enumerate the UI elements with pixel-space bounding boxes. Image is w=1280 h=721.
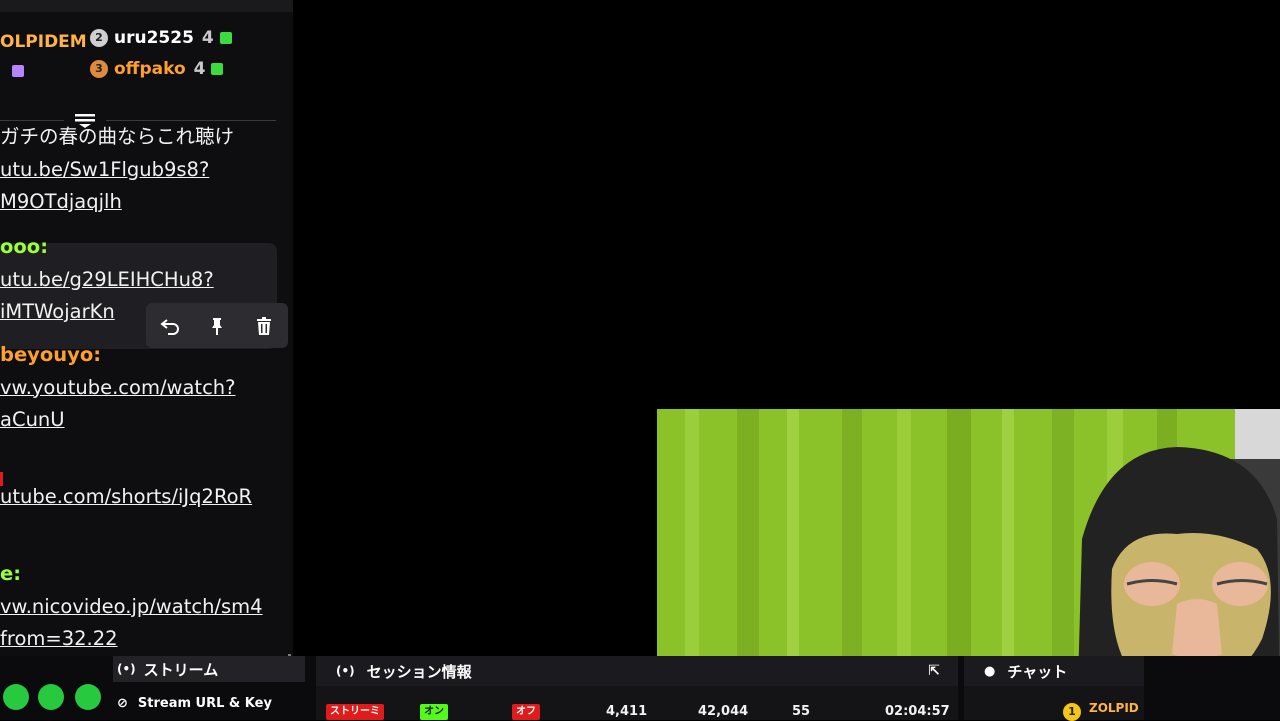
- gem-icon: [219, 32, 232, 44]
- leaderboard-count: 4: [193, 59, 206, 79]
- rank-badge-icon: 2: [90, 29, 108, 47]
- leaderboard-entry[interactable]: 2 uru2525 4: [90, 28, 232, 48]
- delete-icon[interactable]: [248, 310, 280, 342]
- session-info-header: (•) セッション情報 ⇱: [316, 656, 958, 686]
- message-link[interactable]: vw.youtube.com/watch?: [0, 372, 236, 405]
- chat-message: e: vw.nicovideo.jp/watch/sm4 from=32.22: [0, 558, 263, 656]
- broadcast-icon: (•): [117, 662, 136, 676]
- message-actions-toolbar: [146, 303, 288, 348]
- message-link[interactable]: aCunU: [0, 404, 236, 437]
- popout-icon[interactable]: ⇱: [928, 663, 940, 679]
- toggle-off-pill[interactable]: オフ: [512, 704, 540, 720]
- stream-url-label: Stream URL & Key: [137, 695, 272, 711]
- message-text: ガチの春の曲ならこれ聴け: [0, 125, 235, 148]
- message-link[interactable]: M9OTdjaqjlh: [0, 186, 234, 219]
- stat-count: 55: [792, 704, 811, 719]
- chat-message: ガチの春の曲ならこれ聴け utu.be/Sw1Flgub9s8? M9OTdja…: [0, 121, 234, 219]
- gem-icon: [211, 63, 224, 75]
- toggle-on-pill[interactable]: オン: [420, 704, 448, 720]
- leaderboard-user: offpako: [114, 59, 186, 79]
- message-link[interactable]: utu.be/g29LEIHCHu8?: [0, 264, 214, 297]
- gem-icon: [12, 65, 24, 77]
- rank-badge-icon: 3: [90, 60, 108, 78]
- chat-header: ● チャット: [964, 656, 1144, 686]
- message-link[interactable]: utube.com/shorts/iJq2RoR: [0, 481, 252, 514]
- emote-icon[interactable]: [75, 684, 101, 710]
- chat-top-user[interactable]: ZOLPID: [1089, 701, 1139, 715]
- message-link[interactable]: utu.be/Sw1Flgub9s8?: [0, 154, 234, 187]
- chat-message: utube.com/shorts/iJq2RoR: [0, 481, 252, 514]
- message-link[interactable]: vw.nicovideo.jp/watch/sm4: [0, 591, 263, 624]
- leaderboard-user: uru2525: [114, 28, 194, 48]
- chat-panel: OLPIDEM 2 uru2525 4 3 offpako 4 ガチの春の曲ならこれ聴け…: [0, 0, 293, 658]
- stream-status-pill: ストリーミ: [326, 704, 384, 720]
- leaderboard-entry[interactable]: 3 offpako 4: [90, 59, 224, 79]
- reply-icon[interactable]: [154, 310, 186, 342]
- link-icon: ⊘: [117, 695, 128, 711]
- leaderboard-count: 4: [201, 28, 214, 48]
- chat-bubble-icon: ●: [984, 663, 996, 679]
- chat-username[interactable]: e:: [0, 558, 263, 591]
- leaderboard-first-name: OLPIDEM: [0, 32, 87, 52]
- message-link[interactable]: from=32.22: [0, 623, 263, 656]
- chat-title: チャット: [1007, 662, 1068, 681]
- chat-message: beyouyo: vw.youtube.com/watch? aCunU: [0, 339, 236, 437]
- session-info-title: セッション情報: [366, 662, 472, 681]
- emote-icon[interactable]: [3, 684, 29, 710]
- stat-viewers: 4,411: [606, 704, 648, 719]
- tab-stream[interactable]: (•) ストリーム: [113, 656, 305, 682]
- stream-url-key-link[interactable]: ⊘ Stream URL & Key: [113, 692, 272, 714]
- pin-icon[interactable]: [201, 310, 233, 342]
- rank-badge-icon: 1: [1063, 703, 1081, 721]
- broadcast-icon: (•): [336, 664, 355, 678]
- stat-followers: 42,044: [698, 704, 749, 719]
- tab-stream-label: ストリーム: [143, 660, 219, 679]
- stat-uptime: 02:04:57: [885, 704, 950, 719]
- emote-icon[interactable]: [38, 684, 64, 710]
- chat-username[interactable]: ooo:: [0, 231, 214, 264]
